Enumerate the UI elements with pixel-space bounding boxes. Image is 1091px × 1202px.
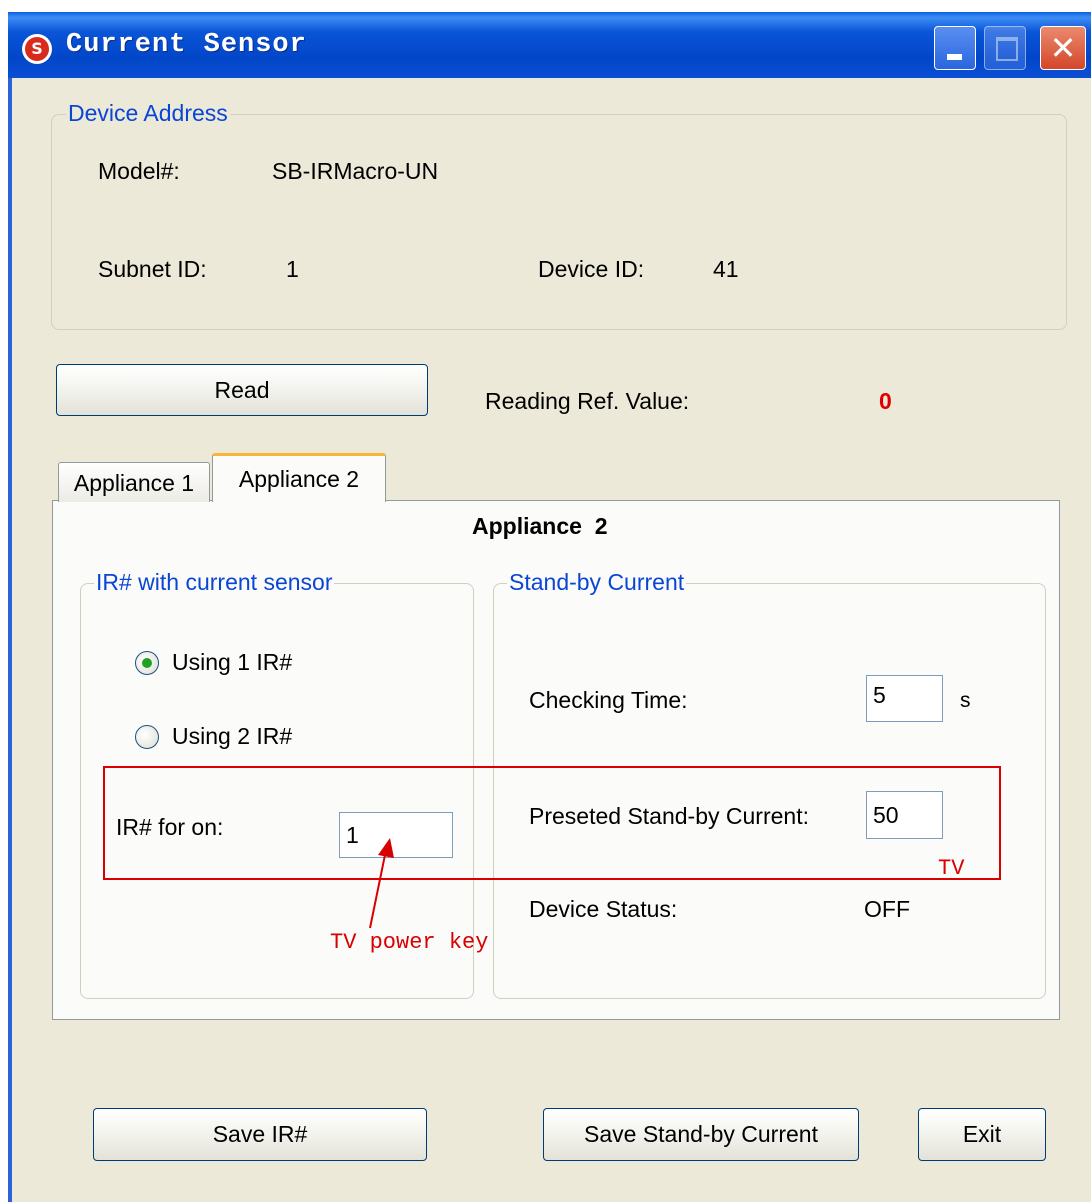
minimize-icon: [947, 54, 962, 60]
checking-time-label: Checking Time:: [529, 687, 688, 713]
tab-appliance-2[interactable]: Appliance 2: [212, 453, 386, 502]
device-status-value: OFF: [864, 896, 910, 922]
reading-ref-value: 0: [879, 388, 892, 414]
radio-using-1-ir-label[interactable]: Using 1 IR#: [172, 649, 292, 676]
checking-time-input[interactable]: 5: [866, 675, 943, 722]
annotation-tv-power-key: TV power key: [330, 930, 489, 955]
save-ir-button[interactable]: Save IR#: [93, 1108, 427, 1161]
device-status-label: Device Status:: [529, 896, 678, 922]
device-id-label: Device ID:: [538, 256, 645, 282]
model-label: Model#:: [98, 158, 180, 184]
standby-current-legend: Stand-by Current: [507, 569, 687, 596]
annotation-highlight-box: [103, 766, 1001, 880]
read-button[interactable]: Read: [56, 364, 428, 416]
device-id-value: 41: [713, 256, 739, 282]
close-icon: ✕: [1049, 29, 1077, 67]
subnet-id-label: Subnet ID:: [98, 256, 207, 282]
tab-appliance-1[interactable]: Appliance 1: [58, 462, 210, 502]
close-button[interactable]: ✕: [1040, 26, 1086, 70]
model-value: SB-IRMacro-UN: [272, 158, 439, 184]
annotation-arrow-icon: [369, 838, 394, 929]
exit-button[interactable]: Exit: [918, 1108, 1046, 1161]
radio-using-1-ir[interactable]: [135, 651, 159, 675]
minimize-button[interactable]: [934, 26, 976, 70]
subnet-id-value: 1: [286, 256, 299, 282]
maximize-icon: [996, 37, 1018, 61]
annotation-tv: TV: [938, 856, 965, 881]
radio-using-2-ir[interactable]: [135, 725, 159, 749]
appliance-heading: Appliance 2: [472, 513, 608, 539]
ir-sensor-legend: IR# with current sensor: [94, 569, 335, 596]
radio-selected-dot: [142, 658, 152, 668]
device-address-group: [51, 114, 1067, 330]
checking-time-unit: s: [960, 689, 971, 712]
device-address-legend: Device Address: [66, 100, 230, 127]
maximize-button: [984, 26, 1026, 70]
app-icon[interactable]: S: [22, 34, 52, 64]
reading-ref-label: Reading Ref. Value:: [485, 388, 690, 414]
radio-using-2-ir-label[interactable]: Using 2 IR#: [172, 723, 292, 750]
window-title: Current Sensor: [66, 30, 307, 60]
save-standby-current-button[interactable]: Save Stand-by Current: [543, 1108, 859, 1161]
